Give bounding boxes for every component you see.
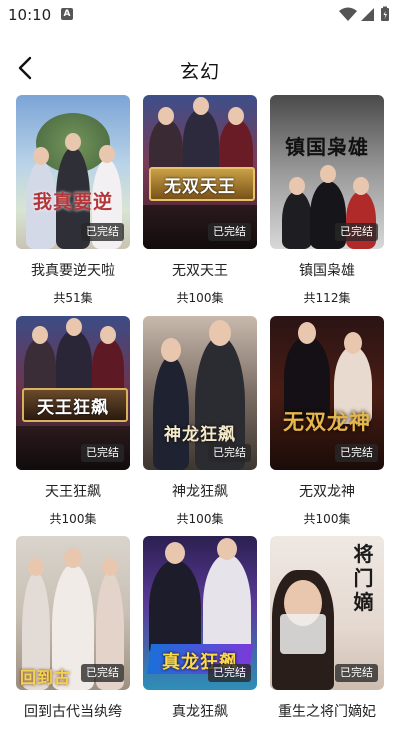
episode-count: 共100集 <box>303 512 351 526</box>
episode-count: 共112集 <box>303 291 351 305</box>
drama-cover[interactable]: 无双龙神 已完结 <box>270 316 384 470</box>
drama-cover[interactable]: 天王狂飙 已完结 <box>16 316 130 470</box>
cover-title: 将门嫡 <box>353 542 375 614</box>
status-badge: 已完结 <box>335 664 378 682</box>
drama-card[interactable]: 无双龙神 已完结 无双龙神 共100集 <box>270 316 384 527</box>
cover-title: 天王狂飙 <box>37 398 109 418</box>
drama-title[interactable]: 神龙狂飙 <box>143 481 257 501</box>
drama-cover[interactable]: 回到古 已完结 <box>16 536 130 690</box>
drama-card[interactable]: 无双天王 已完结 无双天王 共100集 <box>143 95 257 306</box>
status-bar: 10:10 A <box>0 0 400 30</box>
drama-title[interactable]: 真龙狂飙 <box>143 701 257 721</box>
status-badge: 已完结 <box>208 664 251 682</box>
episode-count: 共100集 <box>176 291 224 305</box>
drama-title[interactable]: 无双天王 <box>143 260 257 280</box>
notification-icon: A <box>61 8 73 20</box>
status-badge: 已完结 <box>81 664 124 682</box>
status-badge: 已完结 <box>81 223 124 241</box>
drama-title[interactable]: 无双龙神 <box>270 481 384 501</box>
episode-count: 共100集 <box>176 512 224 526</box>
drama-card[interactable]: 天王狂飙 已完结 天王狂飙 共100集 <box>16 316 130 527</box>
drama-title[interactable]: 天王狂飙 <box>16 481 130 501</box>
drama-card[interactable]: 回到古 已完结 回到古代当纨绔 <box>16 536 130 730</box>
cover-title: 镇国枭雄 <box>285 135 369 159</box>
wifi-icon <box>339 7 357 21</box>
status-icons <box>339 6 389 21</box>
cover-title: 我真要逆 <box>32 191 113 213</box>
episode-count: 共51集 <box>53 291 93 305</box>
signal-icon <box>361 8 374 21</box>
drama-cover[interactable]: 将门嫡 已完结 <box>270 536 384 690</box>
status-badge: 已完结 <box>208 223 251 241</box>
drama-card[interactable]: 将门嫡 已完结 重生之将门嫡妃 <box>270 536 384 730</box>
status-badge: 已完结 <box>208 444 251 462</box>
episode-count: 共100集 <box>49 512 97 526</box>
drama-cover[interactable]: 真龙狂飙 已完结 <box>143 536 257 690</box>
drama-title[interactable]: 我真要逆天啦 <box>16 260 130 280</box>
cover-title: 无双天王 <box>164 177 236 197</box>
drama-cover[interactable]: 我真要逆 已完结 <box>16 95 130 249</box>
drama-cover[interactable]: 镇国枭雄 已完结 <box>270 95 384 249</box>
header: 玄幻 <box>0 44 400 94</box>
cover-title: 神龙狂飙 <box>164 425 236 445</box>
drama-card[interactable]: 神龙狂飙 已完结 神龙狂飙 共100集 <box>143 316 257 527</box>
status-badge: 已完结 <box>335 223 378 241</box>
page-title: 玄幻 <box>179 61 220 83</box>
status-time: 10:10 <box>8 6 52 24</box>
cover-title: 无双龙神 <box>283 409 371 434</box>
drama-title[interactable]: 回到古代当纨绔 <box>16 701 130 721</box>
drama-card[interactable]: 镇国枭雄 已完结 镇国枭雄 共112集 <box>270 95 384 306</box>
status-badge: 已完结 <box>335 444 378 462</box>
drama-cover[interactable]: 无双天王 已完结 <box>143 95 257 249</box>
drama-title[interactable]: 重生之将门嫡妃 <box>270 701 384 721</box>
drama-card[interactable]: 真龙狂飙 已完结 真龙狂飙 <box>143 536 257 730</box>
drama-cover[interactable]: 神龙狂飙 已完结 <box>143 316 257 470</box>
status-badge: 已完结 <box>81 444 124 462</box>
drama-title[interactable]: 镇国枭雄 <box>270 260 384 280</box>
drama-card[interactable]: 我真要逆 已完结 我真要逆天啦 共51集 <box>16 95 130 306</box>
